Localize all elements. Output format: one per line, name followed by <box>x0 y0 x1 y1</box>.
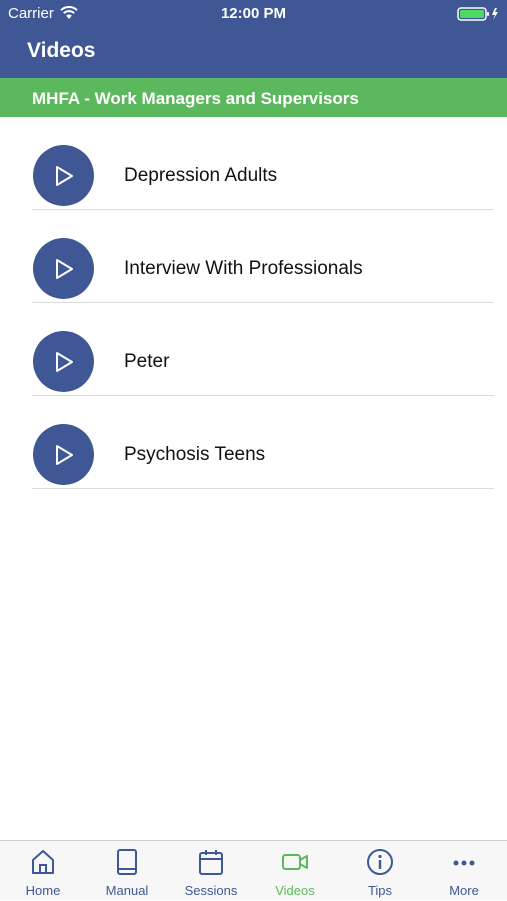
play-icon <box>56 259 73 279</box>
video-row-peter[interactable]: Peter <box>32 303 494 396</box>
video-row-interview-with-professionals[interactable]: Interview With Professionals <box>32 210 494 303</box>
navigation-header: Carrier 12:00 PM Videos <box>0 0 507 78</box>
more-icon <box>453 860 475 866</box>
play-button[interactable] <box>33 145 94 206</box>
play-button[interactable] <box>33 238 94 299</box>
tab-videos[interactable]: Videos <box>253 841 337 901</box>
status-time: 12:00 PM <box>220 5 287 22</box>
play-icon <box>56 166 73 186</box>
tab-label: Sessions <box>184 883 238 898</box>
tab-home[interactable]: Home <box>1 841 85 901</box>
play-icon <box>56 352 73 372</box>
tab-label: Tips <box>367 883 393 898</box>
video-title: Interview With Professionals <box>124 258 363 279</box>
video-row-depression-adults[interactable]: Depression Adults <box>32 117 494 210</box>
video-title: Depression Adults <box>124 165 278 186</box>
section-title: MHFA - Work Managers and Supervisors <box>32 89 359 108</box>
tab-label: More <box>449 883 479 898</box>
tab-tips[interactable]: Tips <box>338 841 422 901</box>
video-row-psychosis-teens[interactable]: Psychosis Teens <box>32 396 494 489</box>
tab-label: Videos <box>275 883 315 898</box>
battery-icon <box>457 7 498 21</box>
video-title: Psychosis Teens <box>124 444 266 465</box>
tab-manual[interactable]: Manual <box>85 841 169 901</box>
video-list: Depression Adults Interview With Profess… <box>0 117 507 489</box>
info-icon <box>367 849 393 875</box>
page-title: Videos <box>27 39 96 62</box>
home-icon <box>32 850 54 874</box>
play-button[interactable] <box>33 424 94 485</box>
section-banner: MHFA - Work Managers and Supervisors <box>0 78 507 117</box>
tab-label: Manual <box>105 883 149 898</box>
tab-more[interactable]: More <box>422 841 506 901</box>
tab-sessions[interactable]: Sessions <box>169 841 253 901</box>
video-title: Peter <box>124 351 170 372</box>
video-camera-icon <box>282 854 308 870</box>
status-bar: Carrier 12:00 PM <box>0 0 507 28</box>
play-icon <box>56 445 73 465</box>
tab-label: Home <box>25 883 61 898</box>
tab-bar: Home Manual Sessions Videos Tips More <box>0 840 507 900</box>
book-icon <box>117 849 137 875</box>
calendar-icon <box>199 850 223 875</box>
play-button[interactable] <box>33 331 94 392</box>
